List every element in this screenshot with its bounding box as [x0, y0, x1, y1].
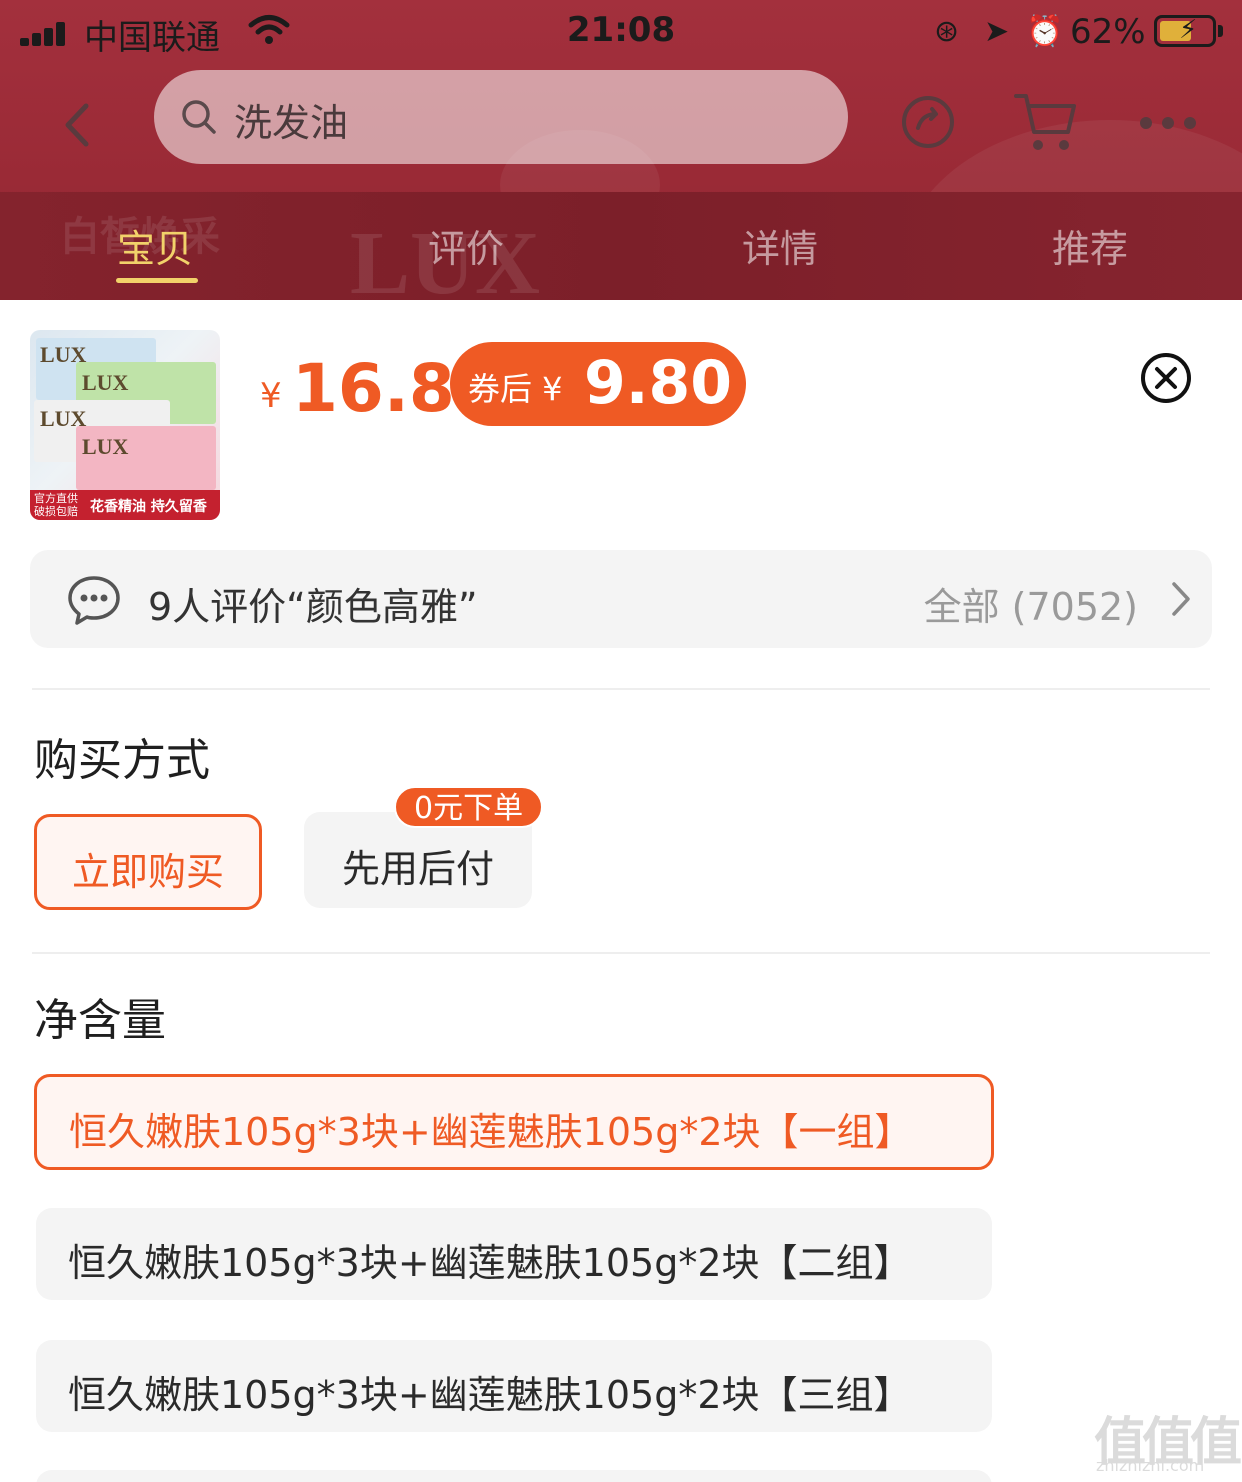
battery-percentage: 62% — [1070, 12, 1146, 52]
tab-item[interactable]: 宝贝 — [55, 218, 255, 273]
tab-details[interactable]: 详情 — [680, 218, 880, 273]
coupon-price-badge: 券后 ¥ 9.80 — [450, 342, 746, 426]
back-icon[interactable] — [58, 100, 98, 150]
sku-option-3[interactable]: 恒久嫩肤105g*3块+幽莲魅肤105g*2块【三组】 — [36, 1340, 992, 1432]
sku-option-2[interactable]: 恒久嫩肤105g*3块+幽莲魅肤105g*2块【二组】 — [36, 1208, 992, 1300]
coupon-price: 9.80 — [584, 348, 733, 418]
sku-option-label: 恒久嫩肤105g*3块+幽莲魅肤105g*2块【二组】 — [68, 1241, 912, 1285]
product-tabs: 宝贝 评价 详情 推荐 — [0, 208, 1242, 288]
review-summary[interactable]: 9人评价“颜色高雅” 全部 (7052) — [30, 550, 1212, 648]
brand-logo: LUX — [82, 370, 129, 395]
sku-option-label: 恒久嫩肤105g*3块+幽莲魅肤105g*2块【一组】 — [69, 1110, 913, 1154]
battery-icon: ⚡ — [1154, 15, 1216, 47]
thumbnail-badge-guarantee: 官方直供 破损包赔 — [34, 492, 78, 518]
purchase-method-title: 购买方式 — [34, 735, 210, 786]
brand-logo: LUX — [40, 406, 87, 431]
tab-recommend[interactable]: 推荐 — [990, 218, 1190, 273]
option-label: 立即购买 — [71, 850, 224, 894]
active-tab-indicator — [116, 278, 198, 283]
review-all-count: 全部 (7052) — [923, 585, 1138, 629]
divider — [32, 952, 1210, 954]
chevron-right-icon — [1172, 582, 1190, 616]
share-icon[interactable] — [896, 90, 960, 154]
net-content-title: 净含量 — [34, 995, 166, 1046]
sku-option-1[interactable]: 恒久嫩肤105g*3块+幽莲魅肤105g*2块【一组】 — [34, 1074, 994, 1170]
more-icon[interactable] — [1138, 114, 1198, 132]
divider — [32, 688, 1210, 690]
sku-option-partial[interactable] — [36, 1470, 992, 1482]
search-icon — [182, 100, 216, 134]
battery-cap — [1218, 25, 1223, 37]
currency-symbol: ¥ — [260, 376, 282, 416]
page-header-backdrop: 白皙焕采 LUX 中国联通 21:08 ⊛ ➤ ⏰ 62% ⚡ 洗发油 宝贝 评… — [0, 0, 1242, 300]
coupon-label: 券后 ¥ — [468, 370, 563, 408]
site-watermark: 值值值 zhizhizhi.com — [1094, 1400, 1242, 1480]
search-query-text: 洗发油 — [234, 101, 349, 145]
location-icon: ➤ — [984, 14, 1010, 49]
tab-reviews[interactable]: 评价 — [366, 218, 566, 273]
buy-now-option[interactable]: 立即购买 — [34, 814, 262, 910]
sku-selection-sheet: LUX LUX LUX LUX 官方直供 破损包赔 花香精油 持久留香 ¥ 16… — [0, 300, 1242, 1482]
alarm-icon: ⏰ — [1026, 14, 1064, 49]
rotation-lock-icon: ⊛ — [934, 14, 960, 49]
product-thumbnail[interactable]: LUX LUX LUX LUX 官方直供 破损包赔 花香精油 持久留香 — [30, 330, 220, 520]
zero-down-badge: 0元下单 — [394, 786, 544, 828]
option-label: 先用后付 — [341, 847, 494, 891]
cart-icon[interactable] — [1012, 90, 1082, 156]
status-bar: 中国联通 21:08 ⊛ ➤ ⏰ 62% ⚡ — [0, 0, 1242, 66]
comment-icon — [68, 576, 120, 625]
charging-bolt-icon: ⚡ — [1179, 15, 1198, 45]
review-highlight: 9人评价“颜色高雅” — [148, 585, 478, 629]
brand-logo: LUX — [82, 434, 129, 459]
thumbnail-badge-feature: 花香精油 持久留香 — [90, 499, 207, 515]
price-amount: 16.8 — [292, 350, 455, 427]
sku-option-label: 恒久嫩肤105g*3块+幽莲魅肤105g*2块【三组】 — [68, 1373, 912, 1417]
watermark-site: zhizhizhi.com — [1096, 1456, 1205, 1475]
close-icon[interactable] — [1140, 352, 1192, 404]
brand-logo: LUX — [40, 342, 87, 367]
search-bar[interactable]: 洗发油 — [154, 70, 848, 164]
